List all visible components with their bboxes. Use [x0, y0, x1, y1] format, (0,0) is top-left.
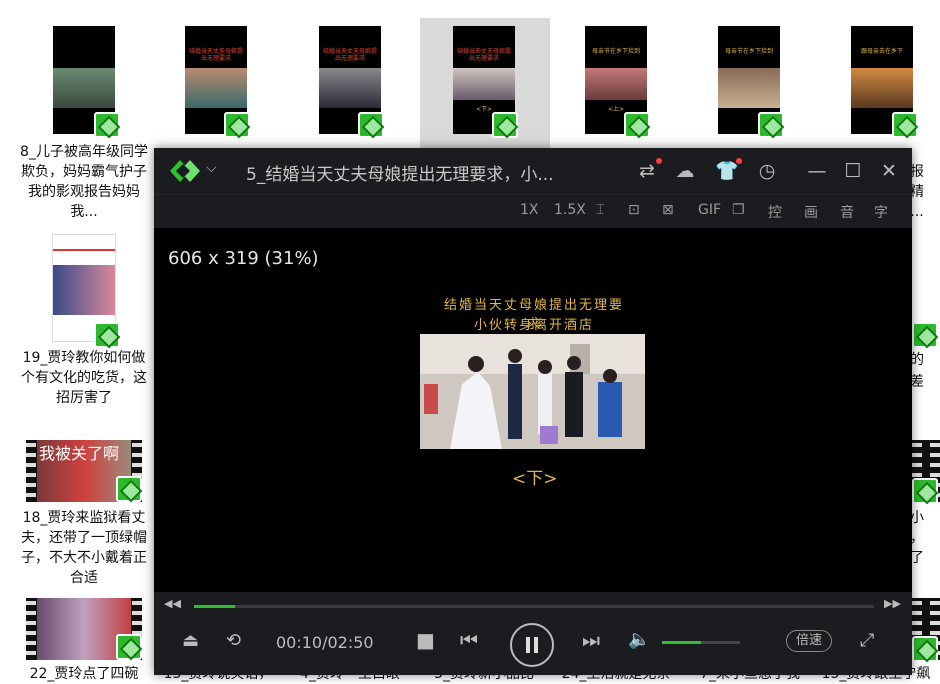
- thumbnail-caption: 结婚当天丈夫母娘提出无理要求: [188, 48, 243, 62]
- volume-level: [662, 641, 701, 644]
- app-badge-icon: [116, 476, 142, 502]
- cloud-icon[interactable]: ☁: [672, 158, 698, 184]
- volume-icon[interactable]: 🔈: [628, 629, 650, 650]
- previous-icon[interactable]: ⏮: [460, 628, 478, 652]
- screenshot-crop-icon[interactable]: ⊠: [662, 202, 674, 218]
- player-logo-icon[interactable]: [166, 156, 204, 186]
- thumbnail-caption: 我被关了啊: [39, 444, 120, 463]
- video-frame: [420, 334, 645, 449]
- file-item[interactable]: 母亲节在乡下捡到: [684, 18, 812, 148]
- player-titlebar[interactable]: ⌵ 5_结婚当天丈夫母娘提出无理要求，小... ⇄ ☁ 👕 ◷ — ☐ ✕: [154, 148, 912, 194]
- app-badge-icon: [758, 112, 784, 138]
- playback-time: 00:10/02:50: [276, 633, 374, 652]
- app-badge-icon: [912, 322, 938, 348]
- app-badge-icon: [624, 112, 650, 138]
- crop-icon[interactable]: ⌶: [596, 202, 604, 218]
- app-badge-icon: [224, 112, 250, 138]
- video-area[interactable]: 606 x 319 (31%) 结婚当天丈母娘提出无理要求 小伙转身离开酒店 <…: [154, 228, 912, 592]
- file-name: 22_贾玲点了四碗: [29, 666, 139, 682]
- file-item[interactable]: 19_贾玲教你如何做个有文化的吃货，这招厉害了: [20, 228, 148, 418]
- repeat-icon[interactable]: ⟲: [226, 630, 241, 651]
- stop-icon[interactable]: ■: [416, 628, 435, 652]
- subtitle-button[interactable]: 字: [874, 202, 888, 222]
- app-badge-icon: [912, 478, 938, 504]
- close-icon[interactable]: ✕: [876, 158, 902, 184]
- thumbnail-caption: 结婚当天丈夫母娘提出无理要求: [456, 48, 511, 62]
- app-badge-icon: [116, 634, 142, 660]
- file-item[interactable]: 8_儿子被高年级同学欺负，妈妈霸气护子我的影观报告妈妈我...: [20, 18, 148, 223]
- next-icon[interactable]: ⏭: [582, 628, 600, 652]
- frame-icon[interactable]: ⊡: [628, 202, 640, 218]
- video-title: 5_结婚当天丈夫母娘提出无理要求，小...: [246, 165, 554, 185]
- file-name: 8_儿子被高年级同学欺负，妈妈霸气护子我的影观报告妈妈我...: [20, 144, 148, 220]
- file-item[interactable]: 我被关了啊 18_贾玲来监狱看丈夫，还带了一顶绿帽子，不大不小戴着正合适: [20, 434, 148, 594]
- window-stack-icon[interactable]: ❐: [732, 202, 745, 218]
- file-item[interactable]: 母亲节在乡下捡到 <上>: [552, 18, 680, 148]
- pause-button[interactable]: [510, 623, 554, 667]
- file-item-selected[interactable]: 结婚当天丈夫母娘提出无理要求 <下>: [420, 18, 550, 148]
- app-badge-icon: [892, 112, 918, 138]
- file-item[interactable]: 结婚当天丈夫母娘提出无理要求: [284, 18, 412, 148]
- thumbnail-caption: 母亲节在乡下捡到: [591, 48, 640, 55]
- thumbnail-caption: 结婚当天丈夫母娘提出无理要求: [322, 48, 377, 62]
- fullscreen-icon[interactable]: ⤢: [860, 630, 874, 651]
- video-player-window[interactable]: ⌵ 5_结婚当天丈夫母娘提出无理要求，小... ⇄ ☁ 👕 ◷ — ☐ ✕ 1X…: [154, 148, 912, 675]
- history-clock-icon[interactable]: ◷: [754, 158, 780, 184]
- playback-speed-button[interactable]: 倍速: [786, 630, 832, 652]
- seek-forward-icon[interactable]: ▶▶: [884, 597, 901, 610]
- chevron-down-icon[interactable]: ⌵: [206, 160, 217, 176]
- speed-1-5x-button[interactable]: 1.5X: [554, 202, 586, 218]
- notification-dot: [656, 158, 662, 164]
- seek-back-icon[interactable]: ◀◀: [164, 597, 181, 610]
- file-item[interactable]: 结婚当天丈夫母娘提出无理要求: [150, 18, 278, 148]
- speed-1x-button[interactable]: 1X: [520, 202, 539, 218]
- player-controls: ◀◀ ▶▶ ⏏ ⟲ 00:10/02:50 ■ ⏮ ⏭ 🔈 倍速 ⤢: [154, 592, 912, 675]
- picture-button[interactable]: 画: [804, 202, 818, 222]
- file-name: 18_贾玲来监狱看丈夫，还带了一顶绿帽子，不大不小戴着正合适: [21, 510, 147, 586]
- control-button[interactable]: 控: [768, 202, 782, 222]
- thumbnail-caption: 母亲节在乡下捡到: [724, 48, 773, 55]
- player-toolbar: 1X 1.5X ⌶ ⊡ ⊠ GIF ❐ 控 画 音 字: [154, 194, 912, 228]
- minimize-icon[interactable]: —: [804, 158, 830, 184]
- app-badge-icon: [912, 636, 938, 662]
- seek-bar-progress: [194, 605, 235, 608]
- file-item[interactable]: 22_贾玲点了四碗: [20, 592, 148, 684]
- resolution-readout: 606 x 319 (31%): [168, 248, 319, 269]
- app-badge-icon: [358, 112, 384, 138]
- thumbnail-caption: 跟母亲去在乡下: [860, 48, 903, 55]
- video-caption-line2: 小伙转身离开酒店: [473, 318, 594, 333]
- audio-button[interactable]: 音: [840, 202, 854, 222]
- seek-bar[interactable]: [194, 605, 874, 608]
- maximize-icon[interactable]: ☐: [840, 158, 866, 184]
- app-badge-icon: [94, 112, 120, 138]
- app-badge-icon: [94, 322, 120, 348]
- file-name: 19_贾玲教你如何做个有文化的吃货，这招厉害了: [21, 350, 147, 406]
- video-part-label: <下>: [512, 469, 558, 489]
- gif-button[interactable]: GIF: [698, 202, 721, 218]
- notification-dot: [736, 158, 742, 164]
- volume-slider[interactable]: [662, 641, 740, 644]
- app-badge-icon: [492, 112, 518, 138]
- eject-icon[interactable]: ⏏: [182, 630, 199, 651]
